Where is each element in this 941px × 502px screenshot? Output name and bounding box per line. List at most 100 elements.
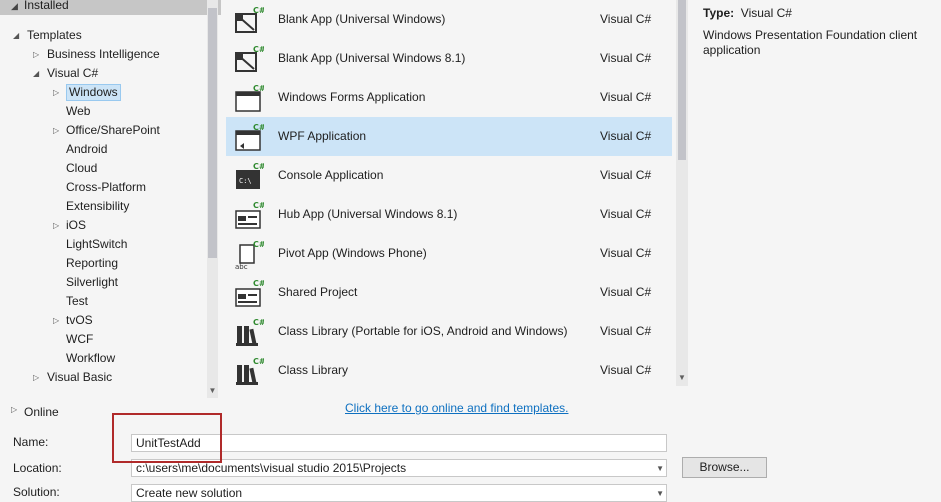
template-name: Class Library xyxy=(278,363,349,377)
type-label: Type: xyxy=(703,6,735,20)
tree-item[interactable]: LightSwitch xyxy=(0,235,205,254)
template-row[interactable]: C# Hub App (Universal Windows 8.1) Visual … xyxy=(226,195,672,234)
tree-item[interactable]: ▷ tvOS xyxy=(0,311,205,330)
tree-header-installed[interactable]: ◢ Installed xyxy=(0,0,221,15)
windows-forms-icon: C# xyxy=(234,83,266,113)
template-list-scroll-thumb[interactable] xyxy=(678,0,686,160)
template-language: Visual C# xyxy=(600,324,652,338)
tree-item-label: Android xyxy=(66,142,108,156)
pivot-app-icon: abc C# xyxy=(234,239,266,271)
solution-label: Solution: xyxy=(13,485,60,499)
tree-item-label: LightSwitch xyxy=(66,237,128,251)
collapsed-triangle-icon[interactable]: ▷ xyxy=(33,45,39,64)
tree-item-label: Visual Basic xyxy=(47,370,113,384)
template-row[interactable]: C# Blank App (Universal Windows 8.1) Visua… xyxy=(226,39,672,78)
template-name: Class Library (Portable for iOS, Android… xyxy=(278,324,568,338)
template-row[interactable]: C# Shared Project Visual C# xyxy=(226,273,672,312)
tree-item[interactable]: ▷ Visual Basic xyxy=(0,368,205,387)
class-library-icon: C# xyxy=(234,356,266,386)
online-templates-link[interactable]: Click here to go online and find templat… xyxy=(345,401,568,415)
tree-item[interactable]: Silverlight xyxy=(0,273,205,292)
tree-item[interactable]: Extensibility xyxy=(0,197,205,216)
tree-item[interactable]: ◢ Templates xyxy=(0,26,205,45)
template-row[interactable]: C# Class Library (Portable for iOS, Andro… xyxy=(226,312,672,351)
tree-item-label: Workflow xyxy=(66,351,116,365)
tree-item[interactable]: Android xyxy=(0,140,205,159)
template-name: Blank App (Universal Windows 8.1) xyxy=(278,51,466,65)
svg-text:abc: abc xyxy=(235,263,248,269)
collapsed-triangle-icon[interactable]: ▷ xyxy=(53,216,59,235)
tree-item[interactable]: ◢ Visual C# xyxy=(0,64,205,83)
tree-item-label: Windows xyxy=(66,84,121,101)
tree-item[interactable]: ▷ Business Intelligence xyxy=(0,45,205,64)
tree-item[interactable]: ▷ Windows xyxy=(0,83,205,102)
solution-combobox[interactable]: Create new solution ▼ xyxy=(131,484,667,502)
chevron-down-icon[interactable]: ▼ xyxy=(656,487,664,501)
tree-item-label: Visual C# xyxy=(47,66,99,80)
template-name: Console Application xyxy=(278,168,384,182)
tree-item[interactable]: Cloud xyxy=(0,159,205,178)
template-row[interactable]: C# Blank App (Universal Windows) Visual C# xyxy=(226,0,672,39)
template-row[interactable]: abc C# Pivot App (Windows Phone) Visual C# xyxy=(226,234,672,273)
scroll-down-arrow-icon[interactable]: ▼ xyxy=(676,373,688,383)
template-language: Visual C# xyxy=(600,363,652,377)
template-name: Hub App (Universal Windows 8.1) xyxy=(278,207,458,221)
tree-item[interactable]: Test xyxy=(0,292,205,311)
svg-text:C#: C# xyxy=(253,279,264,288)
tree-item[interactable]: Web xyxy=(0,102,205,121)
tree-item-label: Office/SharePoint xyxy=(66,123,160,137)
template-language: Visual C# xyxy=(600,246,652,260)
template-name: Windows Forms Application xyxy=(278,90,426,104)
tree-item[interactable]: ▷ Office/SharePoint xyxy=(0,121,205,140)
tree-item[interactable]: Reporting xyxy=(0,254,205,273)
hub-app-icon: C# xyxy=(234,200,266,230)
svg-text:C#: C# xyxy=(253,84,264,93)
tree-item-label: Web xyxy=(66,104,91,118)
template-language: Visual C# xyxy=(600,90,652,104)
browse-button[interactable]: Browse... xyxy=(682,457,767,478)
collapsed-triangle-icon[interactable]: ▷ xyxy=(53,121,59,140)
template-name: Pivot App (Windows Phone) xyxy=(278,246,427,260)
tree-item[interactable]: ▷ iOS xyxy=(0,216,205,235)
template-language: Visual C# xyxy=(600,285,652,299)
wpf-icon: C# xyxy=(234,122,266,152)
template-name: WPF Application xyxy=(278,129,367,143)
annotation-highlight-box xyxy=(112,413,222,463)
location-label: Location: xyxy=(13,461,62,475)
tree-item[interactable]: WCF xyxy=(0,330,205,349)
universal-app-icon: C# xyxy=(234,5,266,35)
template-language: Visual C# xyxy=(600,129,652,143)
tree-item[interactable]: Cross-Platform xyxy=(0,178,205,197)
template-row[interactable]: C# Class Library Visual C# xyxy=(226,351,672,389)
collapsed-triangle-icon[interactable]: ▷ xyxy=(33,368,39,387)
console-icon: C:\C# xyxy=(234,161,266,191)
expand-triangle-icon: ◢ xyxy=(11,1,18,11)
expanded-triangle-icon[interactable]: ◢ xyxy=(13,26,19,45)
template-language: Visual C# xyxy=(600,12,652,26)
expanded-triangle-icon[interactable]: ◢ xyxy=(33,64,39,83)
svg-text:C#: C# xyxy=(253,6,264,15)
tree-item-label: iOS xyxy=(66,218,87,232)
shared-project-icon: C# xyxy=(234,278,266,308)
collapsed-triangle-icon[interactable]: ▷ xyxy=(53,83,59,102)
collapsed-triangle-icon[interactable]: ▷ xyxy=(53,311,59,330)
tree-scroll-thumb[interactable] xyxy=(208,8,217,258)
template-row[interactable]: C# WPF Application Visual C# xyxy=(226,117,672,156)
type-value: Visual C# xyxy=(740,6,792,20)
installed-label: Installed xyxy=(24,0,69,12)
svg-text:C#: C# xyxy=(253,123,264,132)
tree-item[interactable]: Workflow xyxy=(0,349,205,368)
template-description: Windows Presentation Foundation client a… xyxy=(703,28,918,57)
name-label: Name: xyxy=(13,435,49,449)
template-row[interactable]: C:\C# Console Application Visual C# xyxy=(226,156,672,195)
location-value: c:\users\me\documents\visual studio 2015… xyxy=(136,461,407,475)
chevron-down-icon[interactable]: ▼ xyxy=(656,462,664,476)
svg-text:C#: C# xyxy=(253,357,264,366)
tree-item-label: Cross-Platform xyxy=(66,180,147,194)
template-row[interactable]: C# Windows Forms Application Visual C# xyxy=(226,78,672,117)
tree-item-label: Test xyxy=(66,294,89,308)
tree-item-label: Extensibility xyxy=(66,199,130,213)
tree-item-label: Cloud xyxy=(66,161,98,175)
scroll-down-arrow-icon[interactable]: ▼ xyxy=(207,386,218,396)
tree-item-label: Templates xyxy=(27,28,82,42)
